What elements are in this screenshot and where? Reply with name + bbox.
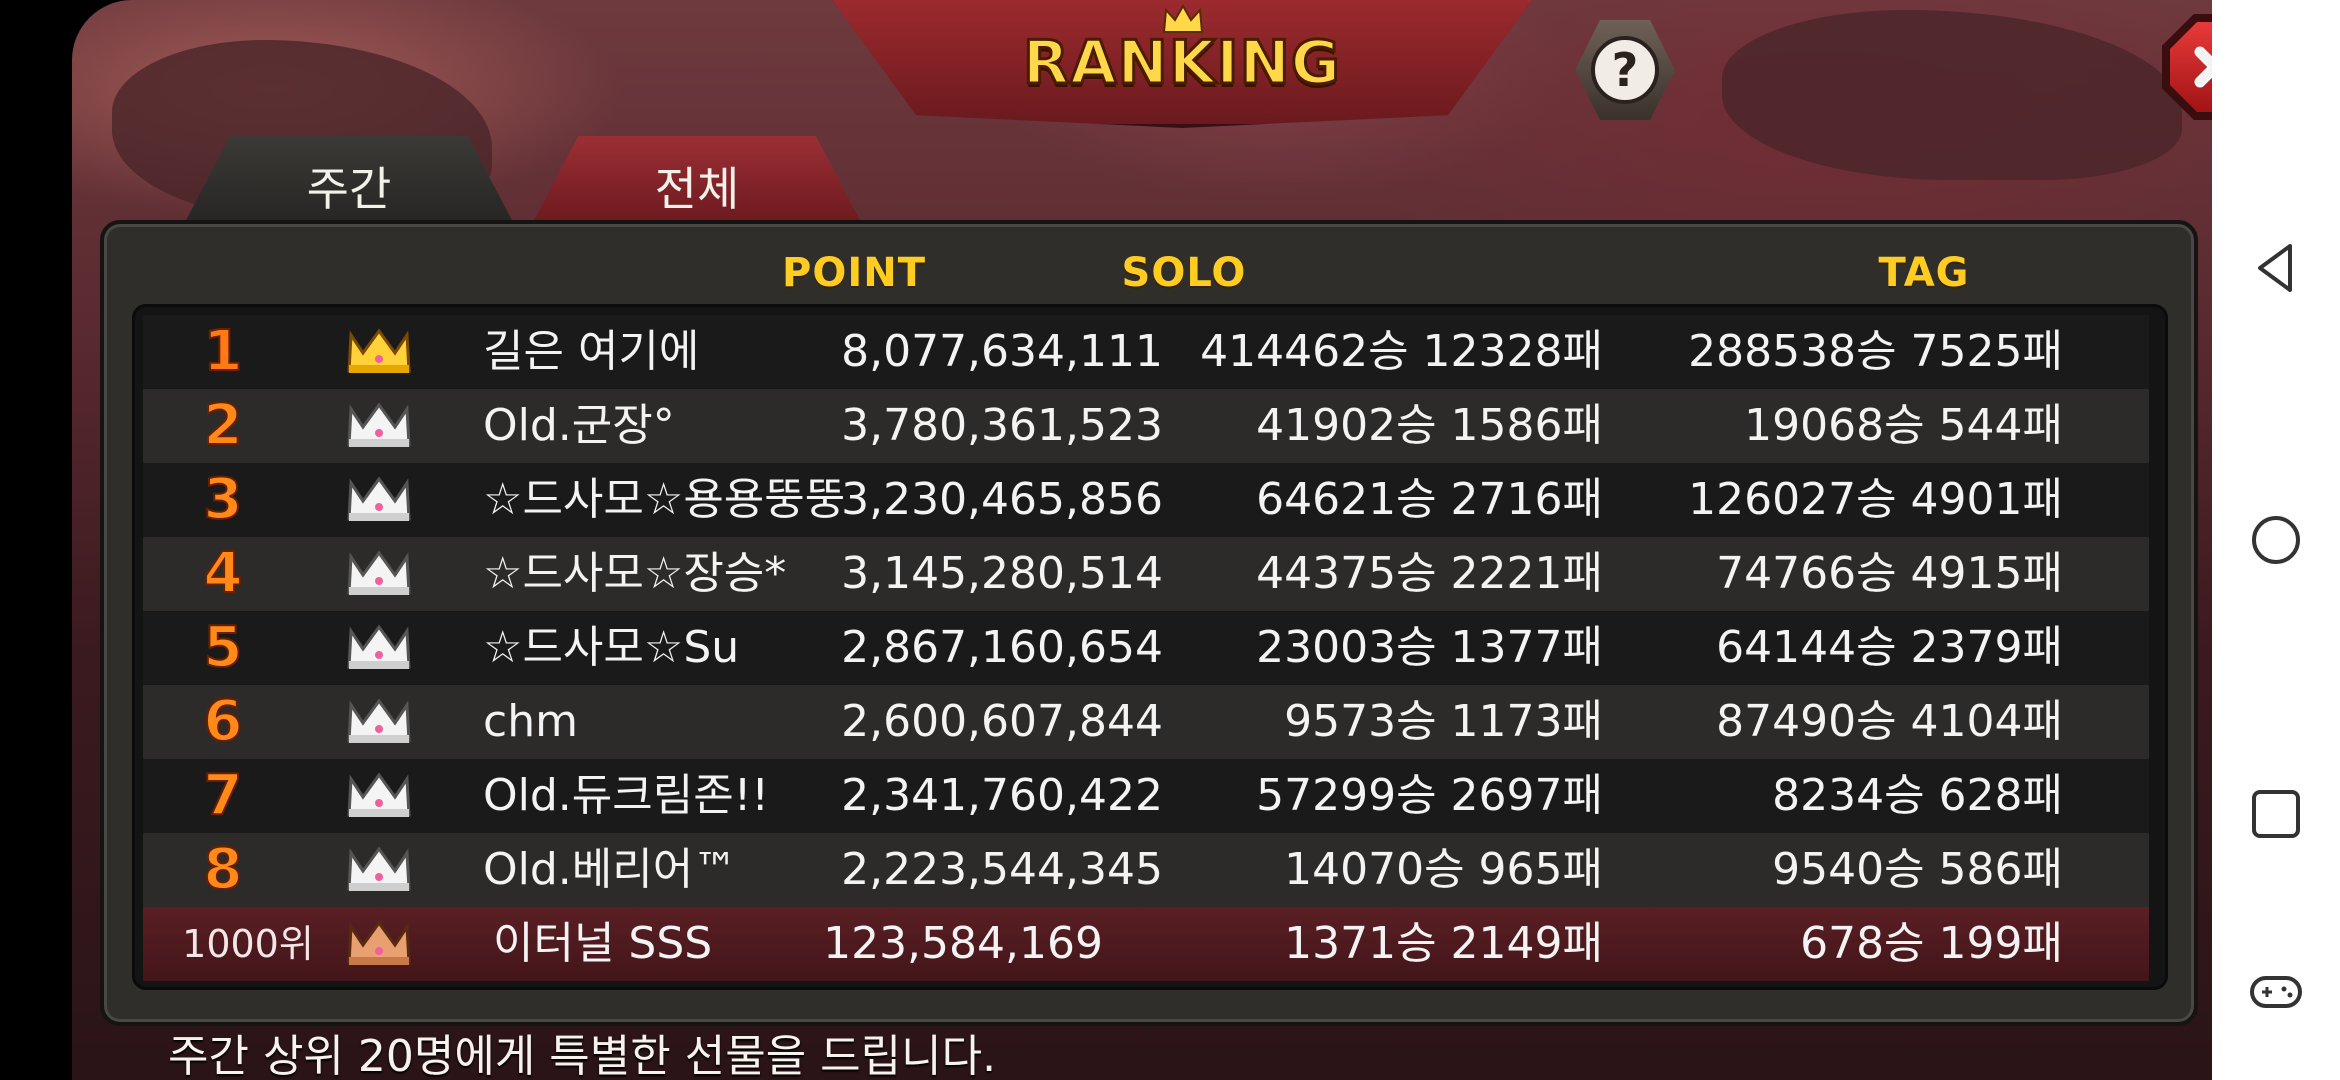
close-icon <box>2194 46 2212 88</box>
my-point: 123,584,169 <box>823 918 1103 969</box>
bronze-crown-icon <box>343 917 415 971</box>
player-point: 2,600,607,844 <box>841 696 1163 747</box>
player-tag-record: 87490승 4104패 <box>1716 696 2063 747</box>
page-title: RANKING <box>1021 27 1342 100</box>
ranking-list[interactable]: 1 길은 여기에 8,077,634,111 414462승 12328패 288538… <box>132 304 2168 990</box>
my-tag: 678승 199패 <box>1800 918 2063 969</box>
player-point: 2,867,160,654 <box>841 622 1163 673</box>
silver-crown-icon <box>343 547 415 601</box>
ranking-row[interactable]: 5 ☆드사모☆Su 2,867,160,654 23003승 1377패 64144승 … <box>143 611 2149 685</box>
system-navbar <box>2212 0 2340 1080</box>
tab-total[interactable]: 전체 <box>532 136 862 224</box>
player-solo-record: 23003승 1377패 <box>1256 622 1603 673</box>
ranking-row[interactable]: 1 길은 여기에 8,077,634,111 414462승 12328패 288538… <box>143 315 2149 389</box>
header-solo: SOLO <box>1121 250 1247 296</box>
help-button[interactable]: ? <box>1575 20 1675 120</box>
player-solo-record: 9573승 1173패 <box>1284 696 1603 747</box>
ranking-row[interactable]: 4 ☆드사모☆장승* 3,145,280,514 44375승 2221패 74766승… <box>143 537 2149 611</box>
player-solo-record: 57299승 2697패 <box>1256 770 1603 821</box>
rank-number: 6 <box>203 688 244 755</box>
ranking-row[interactable]: 8 Old.베리어™ 2,223,544,345 14070승 965패 9540승 5… <box>143 833 2149 907</box>
player-tag-record: 288538승 7525패 <box>1688 326 2063 377</box>
rank-number: 2 <box>203 392 244 459</box>
my-solo: 1371승 2149패 <box>1284 918 1603 969</box>
rank-number: 1 <box>203 318 244 385</box>
player-point: 3,230,465,856 <box>841 474 1163 525</box>
ranking-panel: POINT SOLO TAG 1 길은 여기에 8,077,634,111 41446… <box>100 220 2198 1026</box>
game-screen: RANKING ? 주간 전체 POINT SOLO TAG 1 길은 여기에 8,… <box>72 0 2212 1080</box>
player-solo-record: 64621승 2716패 <box>1256 474 1603 525</box>
silver-crown-icon <box>343 843 415 897</box>
player-tag-record: 19068승 544패 <box>1744 400 2063 451</box>
player-tag-record: 74766승 4915패 <box>1716 548 2063 599</box>
rank-number: 8 <box>203 836 244 903</box>
player-tag-record: 8234승 628패 <box>1772 770 2063 821</box>
player-tag-record: 9540승 586패 <box>1772 844 2063 895</box>
question-icon: ? <box>1591 36 1659 104</box>
game-controller-icon[interactable] <box>2246 962 2306 1022</box>
player-tag-record: 64144승 2379패 <box>1716 622 2063 673</box>
player-point: 3,145,280,514 <box>841 548 1163 599</box>
ranking-row[interactable]: 6 chm 2,600,607,844 9573승 1173패 87490승 4104패 <box>143 685 2149 759</box>
player-solo-record: 414462승 12328패 <box>1200 326 1603 377</box>
header-tag: TAG <box>1878 250 1970 296</box>
player-tag-record: 126027승 4901패 <box>1688 474 2063 525</box>
player-solo-record: 14070승 965패 <box>1284 844 1603 895</box>
silver-crown-icon <box>343 695 415 749</box>
tab-weekly[interactable]: 주간 <box>184 136 514 224</box>
ranking-row[interactable]: 3 ☆드사모☆용용뚱뚱 3,230,465,856 64621승 2716패 12602… <box>143 463 2149 537</box>
home-icon[interactable] <box>2246 510 2306 570</box>
my-rank-row[interactable]: 1000위 이터널 SSS 123,584,169 1371승 2149패 67… <box>143 907 2149 981</box>
tab-weekly-label: 주간 <box>306 162 392 216</box>
player-solo-record: 44375승 2221패 <box>1256 548 1603 599</box>
title-banner: RANKING <box>832 0 1532 128</box>
player-point: 2,223,544,345 <box>841 844 1163 895</box>
recents-icon[interactable] <box>2246 784 2306 844</box>
footer-notice: 주간 상위 20명에게 특별한 선물을 드립니다. <box>168 1031 997 1080</box>
column-headers: POINT SOLO TAG <box>104 240 2194 300</box>
player-solo-record: 41902승 1586패 <box>1256 400 1603 451</box>
ranking-row[interactable]: 2 Old.군장° 3,780,361,523 41902승 1586패 19068승 … <box>143 389 2149 463</box>
rank-number: 7 <box>203 762 244 829</box>
rank-number: 3 <box>203 466 244 533</box>
rank-number: 5 <box>203 614 244 681</box>
tab-total-label: 전체 <box>654 162 740 216</box>
my-rank: 1000위 <box>182 922 314 966</box>
silver-crown-icon <box>343 399 415 453</box>
silver-crown-icon <box>343 473 415 527</box>
rank-number: 4 <box>203 540 244 607</box>
ranking-row[interactable]: 7 Old.듀크림존!! 2,341,760,422 57299승 2697패 8234… <box>143 759 2149 833</box>
back-icon[interactable] <box>2246 238 2306 298</box>
background-rock <box>1722 10 2182 180</box>
gold-crown-icon <box>343 325 415 379</box>
silver-crown-icon <box>343 621 415 675</box>
player-point: 3,780,361,523 <box>841 400 1163 451</box>
silver-crown-icon <box>343 769 415 823</box>
player-point: 2,341,760,422 <box>841 770 1163 821</box>
player-point: 8,077,634,111 <box>841 326 1163 377</box>
